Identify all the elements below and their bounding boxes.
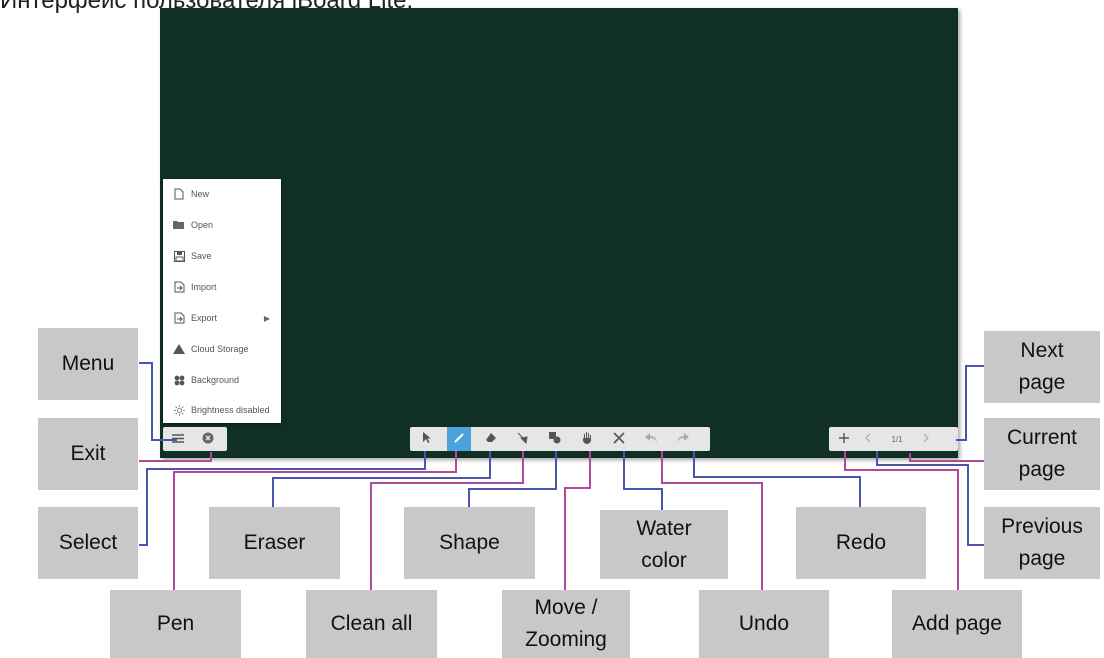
- connector-menu: [139, 362, 177, 441]
- callout-current-page: Current page: [984, 418, 1100, 490]
- callout-add-page: Add page: [892, 590, 1022, 658]
- callout-clean-all: Clean all: [306, 590, 437, 658]
- connector-water-color: [623, 451, 663, 510]
- callout-exit: Exit: [38, 418, 138, 490]
- callout-menu: Menu: [38, 328, 138, 400]
- callout-connectors: [139, 362, 984, 590]
- connector-current-page: [909, 453, 984, 462]
- callout-next-page: Next page: [984, 331, 1100, 403]
- connector-next-page: [956, 365, 984, 441]
- callout-move-zooming: Move / Zooming: [502, 590, 630, 658]
- connector-move-zooming: [564, 451, 591, 590]
- callout-redo: Redo: [796, 507, 926, 579]
- callout-water-color: Water color: [600, 510, 728, 579]
- callout-shape: Shape: [404, 507, 535, 579]
- callout-select: Select: [38, 507, 138, 579]
- callout-undo: Undo: [699, 590, 829, 658]
- connector-exit: [139, 452, 212, 462]
- callout-pen: Pen: [110, 590, 241, 658]
- callout-eraser: Eraser: [209, 507, 340, 579]
- connector-redo: [693, 451, 861, 507]
- callout-previous-page: Previous page: [984, 507, 1100, 579]
- connector-eraser: [272, 451, 491, 507]
